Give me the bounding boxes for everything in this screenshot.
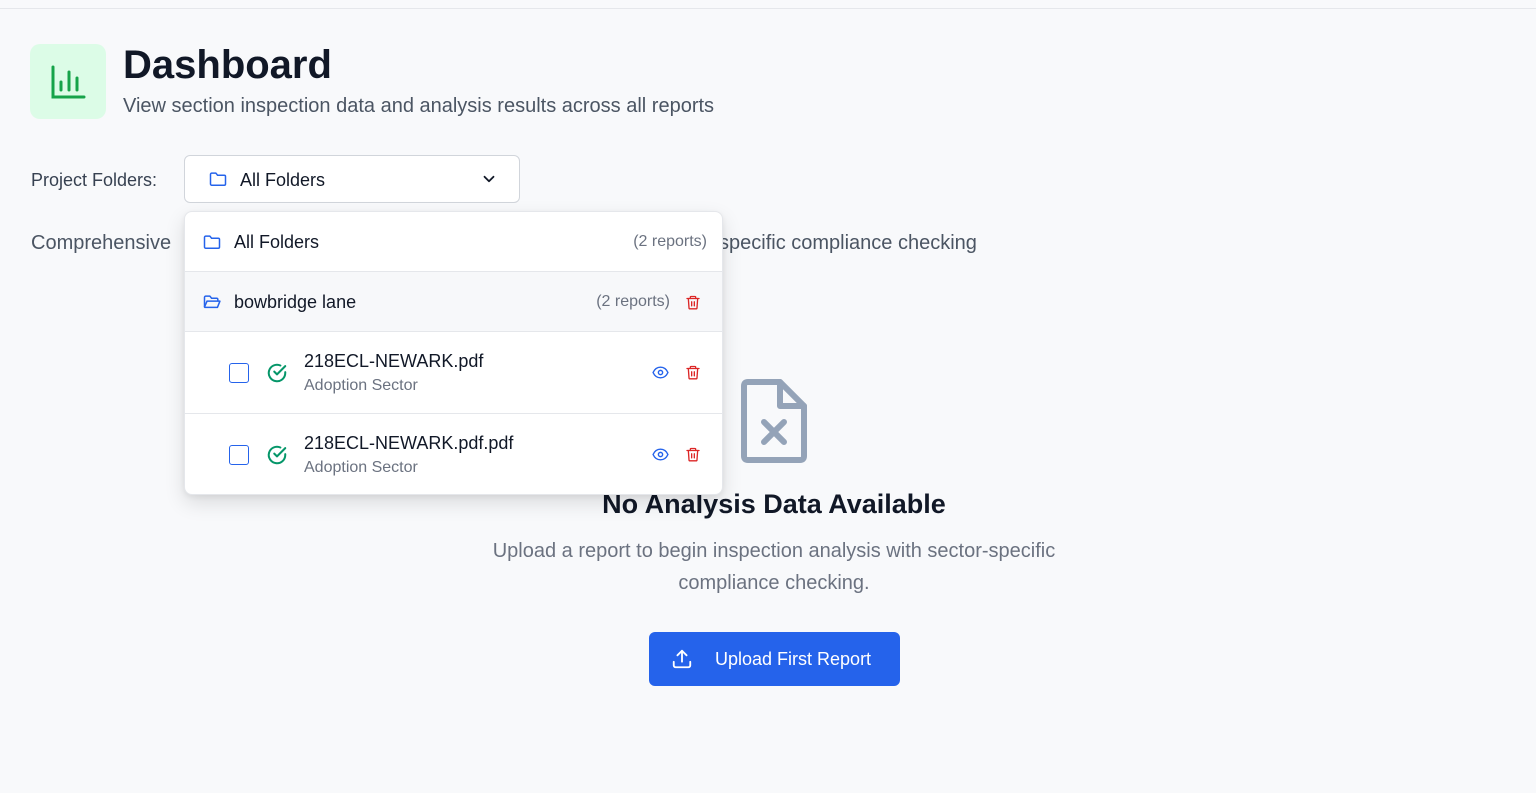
eye-icon[interactable] [652,364,669,381]
file-name: 218ECL-NEWARK.pdf [304,351,484,371]
file-list-item[interactable]: 218ECL-NEWARK.pdf Adoption Sector [185,332,722,414]
upload-first-report-button[interactable]: Upload First Report [649,632,900,686]
folder-icon [203,235,221,249]
description-text-left: Comprehensive [31,232,172,254]
all-folders-label: All Folders [234,232,320,252]
folder-dropdown-menu: All Folders (2 reports) bowbridge lane (… [184,211,723,495]
page-subtitle: View section inspection data and analysi… [123,95,715,117]
project-folder-select[interactable]: All Folders [184,155,520,203]
trash-icon[interactable] [685,446,701,463]
upload-icon [672,649,692,669]
dashboard-icon-box [30,44,106,119]
dropdown-item-all-folders[interactable]: All Folders (2 reports) [185,212,722,272]
file-list-item[interactable]: 218ECL-NEWARK.pdf.pdf Adoption Sector [185,414,722,494]
file-name: 218ECL-NEWARK.pdf.pdf [304,433,514,453]
file-sector: Adoption Sector [304,377,418,394]
folder-name: bowbridge lane [234,292,357,312]
all-folders-count: (2 reports) [633,233,707,250]
upload-button-label: Upload First Report [715,649,872,669]
bar-chart-icon [51,65,86,98]
top-divider [0,8,1536,9]
check-circle-icon [267,445,287,465]
page-title: Dashboard [123,43,332,87]
file-select-checkbox[interactable] [229,363,249,383]
dropdown-item-folder[interactable]: bowbridge lane (2 reports) [185,272,722,332]
project-folders-label: Project Folders: [31,170,158,190]
chevron-down-icon [483,175,495,183]
check-circle-icon [267,363,287,383]
file-x-icon [741,379,807,463]
file-select-checkbox[interactable] [229,445,249,465]
empty-state-text: Upload a report to begin inspection anal… [492,540,1056,594]
description-text-right: specific compliance checking [719,232,977,254]
trash-icon[interactable] [685,294,701,311]
folder-open-icon [203,295,221,309]
folder-report-count: (2 reports) [596,293,670,310]
folder-icon [209,172,227,186]
eye-icon[interactable] [652,446,669,463]
trash-icon[interactable] [685,364,701,381]
selected-folder-text: All Folders [240,170,326,190]
file-sector: Adoption Sector [304,459,418,476]
